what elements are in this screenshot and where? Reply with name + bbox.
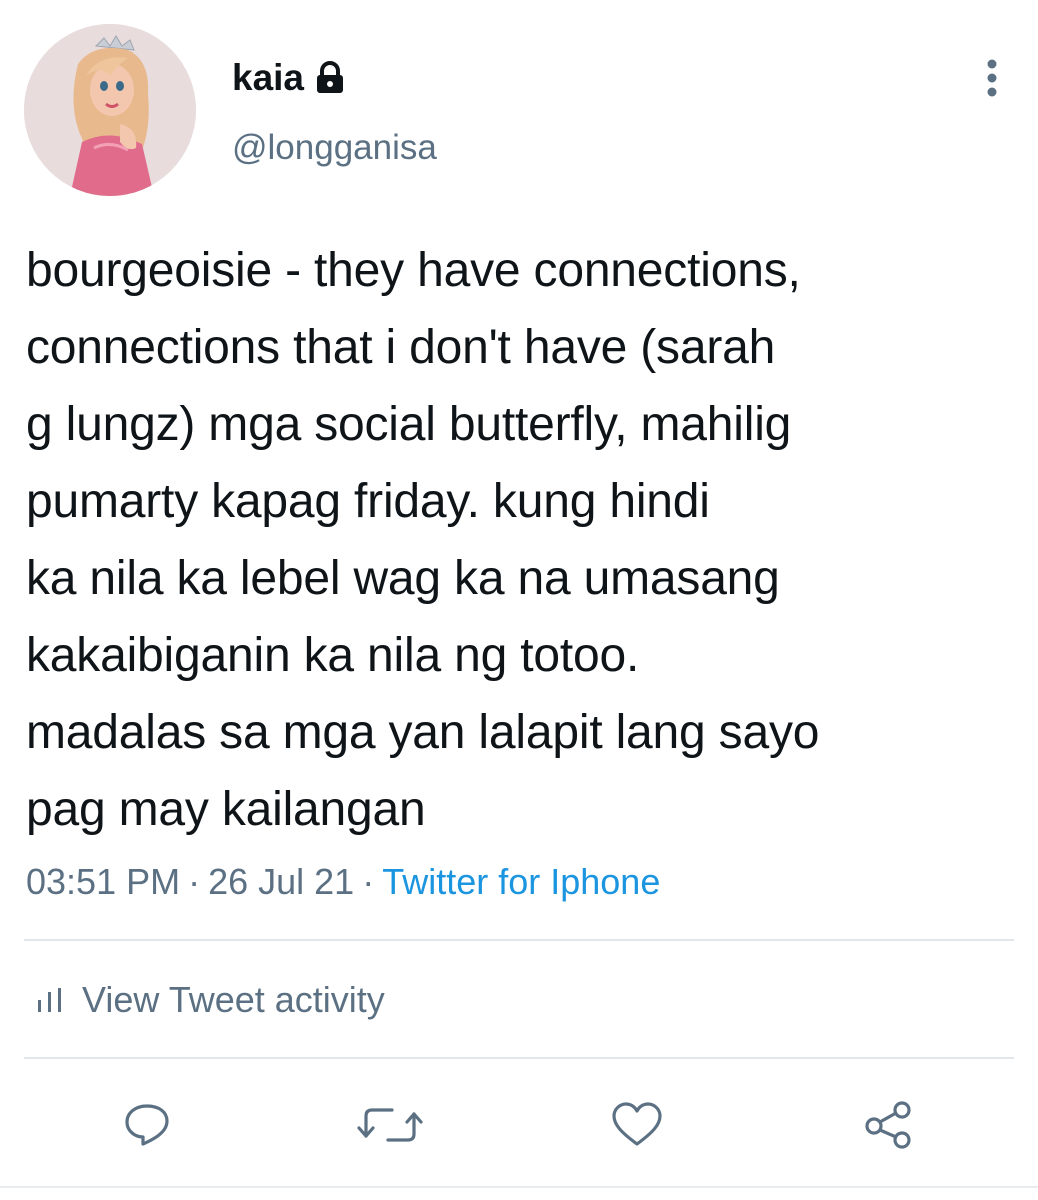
tweet-meta: 03:51 PM · 26 Jul 21 · Twitter for Iphone <box>26 862 660 902</box>
heart-icon <box>612 1102 662 1146</box>
tweet-detail: kaia @longganisa bourgeoisie - they have… <box>0 0 1038 1200</box>
retweet-icon <box>357 1108 423 1142</box>
share-icon <box>865 1101 911 1149</box>
avatar[interactable] <box>24 24 196 196</box>
tweet-text: bourgeoisie - they have connections, con… <box>26 244 820 836</box>
tweet-time: 03:51 PM <box>26 861 181 902</box>
retweet-button[interactable] <box>356 1100 423 1150</box>
divider <box>24 939 1014 941</box>
like-button[interactable] <box>610 1100 662 1150</box>
divider <box>0 1186 1038 1188</box>
meta-separator: · <box>362 861 375 902</box>
bar-chart-icon <box>38 988 61 1012</box>
tweet-source-link[interactable]: Twitter for Iphone <box>382 861 660 902</box>
divider <box>24 1057 1014 1059</box>
meta-separator: · <box>188 861 201 902</box>
tweet-date: 26 Jul 21 <box>208 861 355 902</box>
view-tweet-activity-button[interactable]: View Tweet activity <box>36 980 385 1020</box>
display-name[interactable]: kaia <box>232 58 346 98</box>
display-name-text: kaia <box>232 57 305 98</box>
avatar-image <box>24 24 196 196</box>
reply-icon <box>125 1104 169 1146</box>
reply-button[interactable] <box>122 1100 172 1150</box>
activity-label: View Tweet activity <box>82 979 385 1020</box>
lock-icon <box>314 61 346 95</box>
more-vertical-icon[interactable] <box>972 56 1012 100</box>
user-handle[interactable]: @longganisa <box>232 128 437 168</box>
share-button[interactable] <box>862 1100 912 1150</box>
